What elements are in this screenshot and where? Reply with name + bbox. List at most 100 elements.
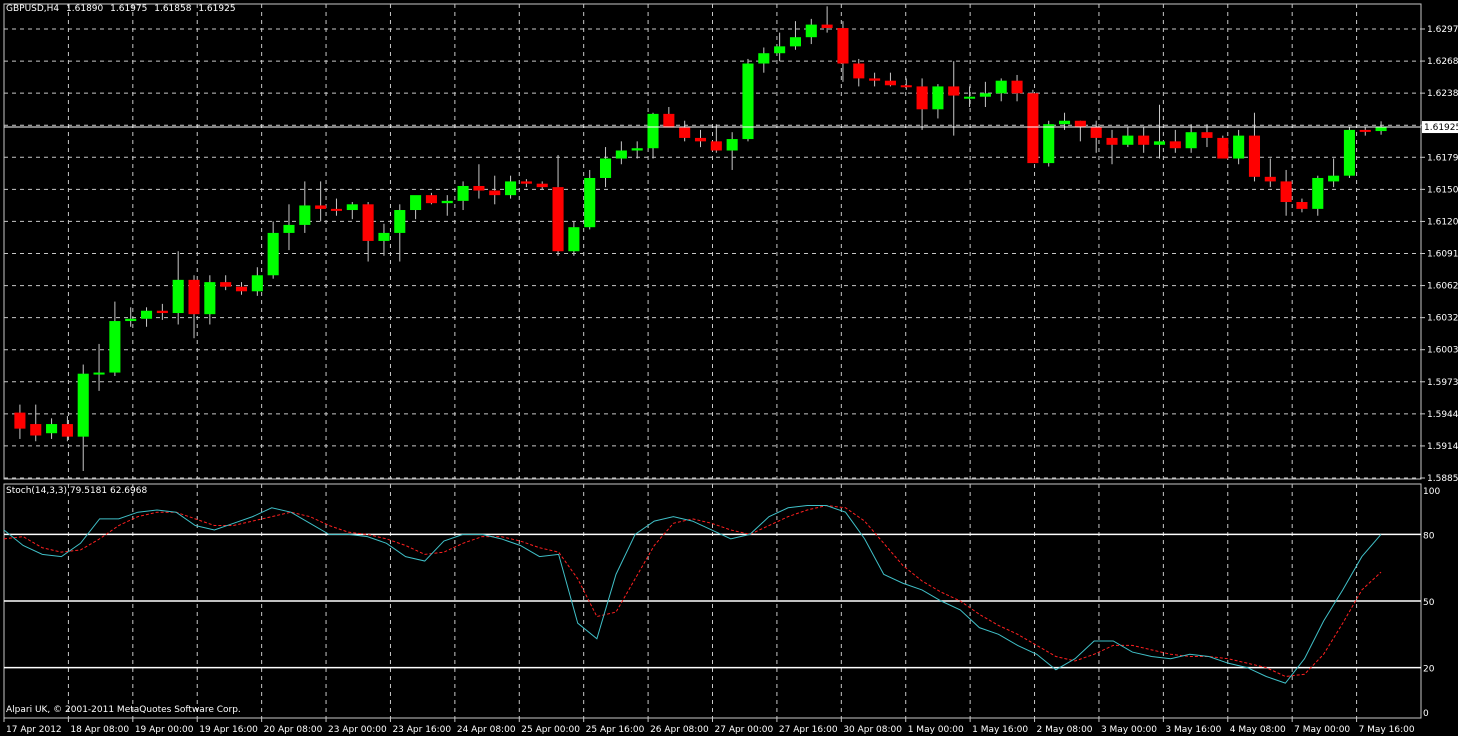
candle-bullish — [599, 158, 612, 178]
candle-bearish — [1248, 135, 1261, 177]
candle-bullish — [1185, 132, 1197, 149]
candle-bearish — [61, 424, 73, 437]
candle-bullish — [584, 177, 596, 228]
candle-bullish — [805, 24, 817, 38]
candle-bullish — [1328, 175, 1340, 182]
candle-bearish — [14, 412, 26, 429]
candle-bullish — [283, 224, 295, 233]
time-axis-label: 7 May 00:00 — [1294, 725, 1350, 735]
candle-bearish — [552, 187, 564, 252]
time-axis-label: 25 Apr 16:00 — [586, 725, 645, 735]
price-axis-label: 1.61500 — [1427, 185, 1458, 195]
price-axis-label: 1.61790 — [1427, 153, 1458, 163]
time-axis-label: 19 Apr 16:00 — [199, 725, 258, 735]
close-value: 1.61925 — [198, 4, 236, 14]
candle-bullish — [726, 139, 738, 151]
candle-bullish — [995, 80, 1007, 94]
stochastic-axis-label: 20 — [1423, 665, 1435, 675]
stochastic-axis-label: 100 — [1423, 487, 1440, 497]
time-axis-label: 7 May 16:00 — [1359, 725, 1415, 735]
candle-bearish — [821, 24, 833, 29]
price-axis-label: 1.59145 — [1427, 442, 1458, 452]
candle-bearish — [679, 127, 691, 138]
candle-bullish — [93, 372, 105, 375]
candle-bearish — [30, 424, 42, 436]
time-axis-label: 23 Apr 16:00 — [392, 725, 451, 735]
candle-bullish — [457, 185, 469, 201]
candle-bullish — [46, 424, 58, 434]
time-axis-label: 1 May 00:00 — [908, 725, 964, 735]
time-axis-label: 27 Apr 16:00 — [779, 725, 838, 735]
candle-bullish — [378, 232, 390, 241]
candle-bearish — [536, 183, 548, 188]
low-value: 1.61858 — [154, 4, 192, 14]
chart-window[interactable]: 1.629751.626801.623851.620901.617901.615… — [0, 0, 1458, 736]
candle-bullish — [615, 150, 627, 159]
price-axis-label: 1.60620 — [1427, 282, 1458, 292]
candle-bullish — [441, 200, 453, 204]
candle-bearish — [425, 195, 437, 204]
candle-bullish — [647, 113, 659, 149]
candle-bearish — [489, 190, 501, 196]
time-axis-label: 18 Apr 08:00 — [70, 725, 129, 735]
candle-bullish — [1233, 135, 1245, 159]
price-axis-label: 1.62680 — [1427, 57, 1458, 67]
time-axis-label: 23 Apr 00:00 — [328, 725, 387, 735]
candle-bullish — [77, 373, 89, 437]
candle-bearish — [1264, 176, 1276, 182]
stochastic-axis-label: 0 — [1423, 709, 1429, 719]
time-axis-label: 4 May 08:00 — [1230, 725, 1286, 735]
price-axis-label: 1.62975 — [1427, 25, 1458, 35]
candle-bearish — [900, 85, 912, 88]
candle-bullish — [109, 321, 121, 373]
candle-bearish — [1106, 137, 1118, 145]
candle-bullish — [568, 227, 580, 252]
candle-bearish — [1074, 120, 1086, 127]
candle-bullish — [172, 279, 184, 314]
candle-bullish — [1122, 135, 1134, 145]
symbol-header: GBPUSD,H4 1.61890 1.61975 1.61858 1.6192… — [6, 4, 240, 14]
time-axis-label: 27 Apr 00:00 — [715, 725, 774, 735]
time-axis-label: 20 Apr 08:00 — [264, 725, 323, 735]
candle-bearish — [473, 185, 485, 191]
candle-bearish — [916, 86, 928, 110]
high-value: 1.61975 — [110, 4, 148, 14]
candle-bullish — [1043, 124, 1055, 164]
candle-bullish — [932, 86, 944, 110]
price-axis-label: 1.62385 — [1427, 89, 1458, 99]
time-axis-label: 26 Apr 08:00 — [650, 725, 709, 735]
candle-bearish — [1359, 129, 1371, 132]
stochastic-axis-label: 80 — [1423, 531, 1435, 541]
candle-bearish — [837, 28, 849, 64]
stochastic-header: Stoch(14,3,3) 79.5181 62.6968 — [6, 486, 148, 496]
price-axis-label: 1.60325 — [1427, 314, 1458, 324]
candle-bearish — [330, 208, 343, 211]
candle-bullish — [964, 96, 976, 99]
time-axis-label: 30 Apr 08:00 — [843, 725, 902, 735]
price-axis-label: 1.58850 — [1427, 474, 1458, 484]
candle-bullish — [125, 318, 137, 322]
symbol-name: GBPUSD,H4 — [6, 4, 60, 14]
price-axis-label: 1.61205 — [1427, 217, 1458, 227]
candle-bearish — [710, 141, 722, 151]
candle-bullish — [204, 282, 216, 315]
candle-bullish — [140, 310, 153, 319]
candle-bullish — [742, 63, 754, 140]
candle-bullish — [394, 210, 406, 233]
time-axis-label: 19 Apr 00:00 — [135, 725, 194, 735]
candle-bearish — [694, 137, 707, 142]
candle-bullish — [979, 93, 991, 97]
candle-bullish — [346, 204, 358, 211]
stochastic-main-line — [3, 505, 1382, 684]
candle-bearish — [869, 78, 881, 81]
candle-bullish — [774, 46, 786, 54]
candle-bearish — [1169, 141, 1181, 149]
candle-bullish — [299, 205, 311, 225]
candle-bearish — [948, 86, 960, 96]
candle-bullish — [251, 275, 263, 292]
candle-bearish — [315, 205, 327, 209]
candle-bearish — [663, 113, 675, 128]
time-axis-label: 17 Apr 2012 — [6, 725, 62, 735]
candle-bearish — [1280, 181, 1292, 203]
current-price-label: 1.61925 — [1424, 123, 1458, 133]
